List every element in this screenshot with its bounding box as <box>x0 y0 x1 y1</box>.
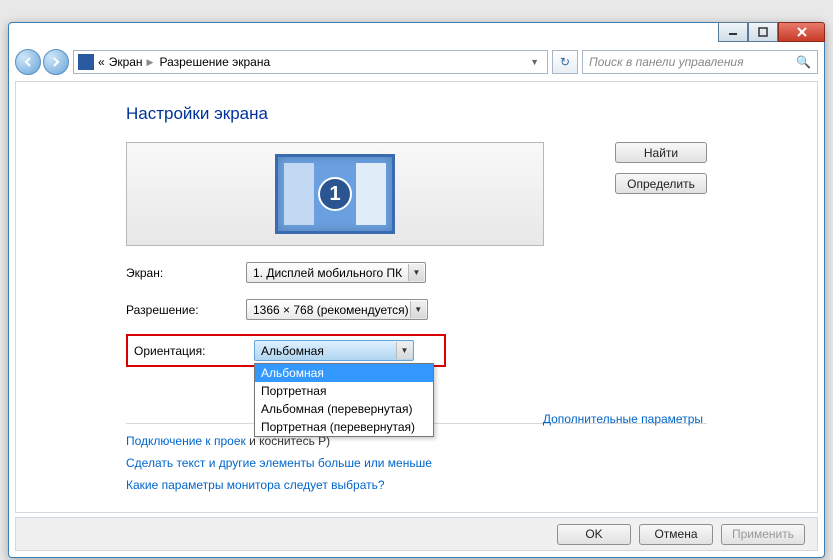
cancel-button[interactable]: Отмена <box>639 524 713 545</box>
page-title: Настройки экрана <box>126 104 707 124</box>
chevron-down-icon[interactable]: ▼ <box>526 57 543 67</box>
orientation-option[interactable]: Альбомная (перевернутая) <box>255 400 433 418</box>
search-input[interactable]: Поиск в панели управления 🔍 <box>582 50 818 74</box>
nav-bar: « Экран ▶ Разрешение экрана ▼ ↻ Поиск в … <box>15 47 818 77</box>
advanced-settings-link[interactable]: Дополнительные параметры <box>543 412 703 426</box>
screen-label: Экран: <box>126 266 246 280</box>
orientation-label: Ориентация: <box>134 344 254 358</box>
window-controls <box>718 22 825 42</box>
breadcrumb-item[interactable]: Экран ▶ <box>109 55 156 69</box>
screen-select[interactable]: 1. Дисплей мобильного ПК ▼ <box>246 262 426 283</box>
chevron-down-icon: ▼ <box>408 264 424 281</box>
monitor-number: 1 <box>318 177 352 211</box>
control-panel-icon <box>78 54 94 70</box>
chevron-down-icon: ▼ <box>410 301 426 318</box>
forward-button[interactable] <box>43 49 69 75</box>
orientation-option[interactable]: Альбомная <box>255 364 433 382</box>
address-bar[interactable]: « Экран ▶ Разрешение экрана ▼ <box>73 50 548 74</box>
which-monitor-link[interactable]: Какие параметры монитора следует выбрать… <box>126 478 707 492</box>
orientation-select[interactable]: Альбомная ▼ <box>254 340 414 361</box>
detect-button[interactable]: Определить <box>615 173 707 194</box>
chevron-down-icon: ▼ <box>396 342 412 359</box>
back-button[interactable] <box>15 49 41 75</box>
monitor-thumb[interactable]: 1 <box>275 154 395 234</box>
settings-window: « Экран ▶ Разрешение экрана ▼ ↻ Поиск в … <box>8 22 825 558</box>
orientation-dropdown: Альбомная Портретная Альбомная (переверн… <box>254 363 434 437</box>
resolution-select[interactable]: 1366 × 768 (рекомендуется) ▼ <box>246 299 428 320</box>
chevron-right-icon: ▶ <box>145 57 156 68</box>
search-icon: 🔍 <box>796 55 811 69</box>
orientation-highlight: Ориентация: Альбомная ▼ Альбомная Портре… <box>126 334 446 367</box>
content-area: Настройки экрана 1 Найти Определить Экра… <box>15 81 818 513</box>
search-placeholder: Поиск в панели управления <box>589 55 744 69</box>
maximize-button[interactable] <box>748 22 778 42</box>
minimize-button[interactable] <box>718 22 748 42</box>
apply-button[interactable]: Применить <box>721 524 805 545</box>
monitor-preview: 1 <box>126 142 544 246</box>
orientation-option[interactable]: Портретная <box>255 382 433 400</box>
refresh-button[interactable]: ↻ <box>552 50 578 74</box>
ok-button[interactable]: OK <box>557 524 631 545</box>
orientation-option[interactable]: Портретная (перевернутая) <box>255 418 433 436</box>
breadcrumb-prefix: « <box>98 55 105 69</box>
breadcrumb-item[interactable]: Разрешение экрана <box>159 55 270 69</box>
text-size-link[interactable]: Сделать текст и другие элементы больше и… <box>126 456 707 470</box>
resolution-label: Разрешение: <box>126 303 246 317</box>
find-button[interactable]: Найти <box>615 142 707 163</box>
close-button[interactable] <box>778 22 825 42</box>
bottom-bar: OK Отмена Применить <box>15 517 818 551</box>
